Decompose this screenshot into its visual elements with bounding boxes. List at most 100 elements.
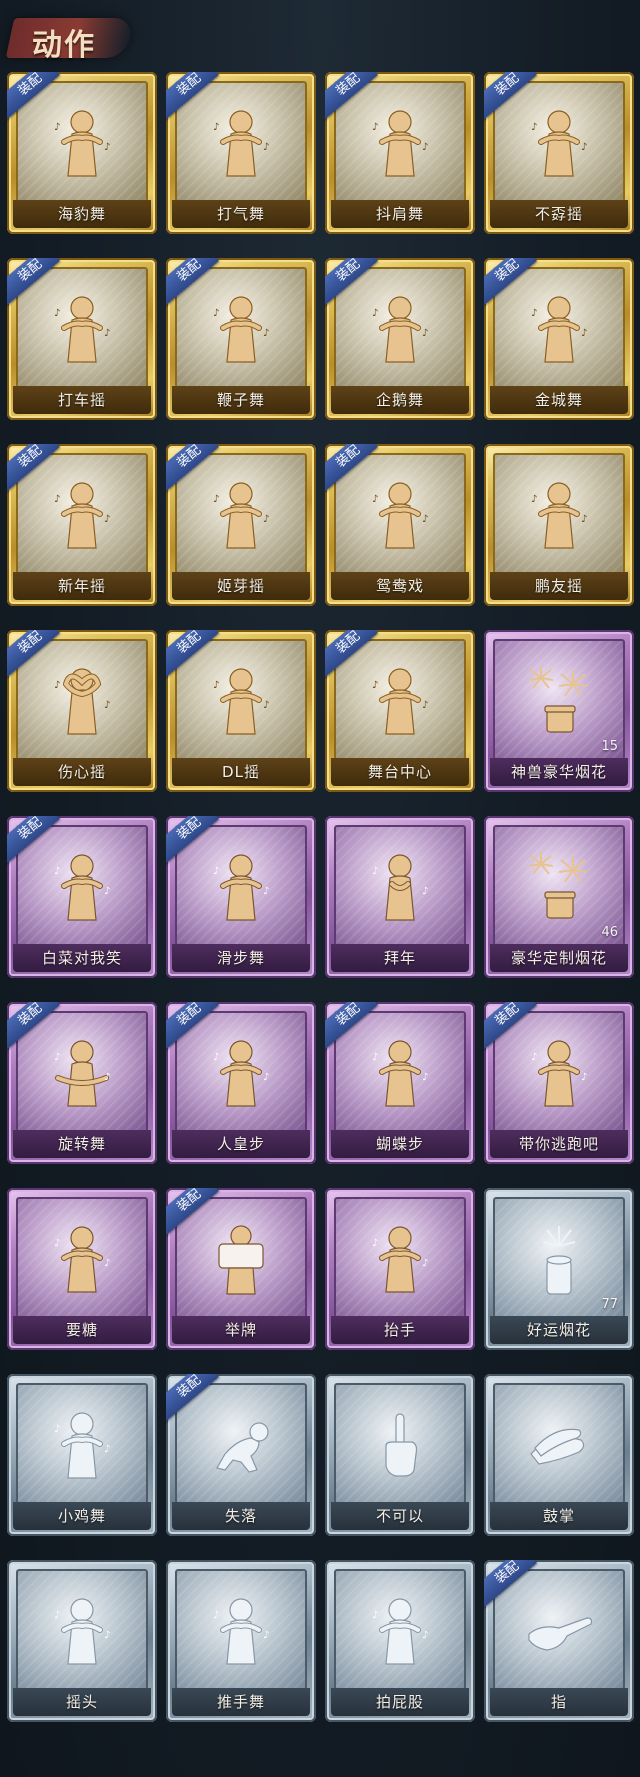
emote-card[interactable]: ♪ ♪ 白菜对我笑 装配	[7, 816, 157, 978]
emote-card[interactable]: ♪ ♪ 摇头	[7, 1560, 157, 1722]
svg-text:♪: ♪	[104, 328, 110, 339]
emote-name: 豪华定制烟花	[510, 949, 607, 967]
svg-text:♪: ♪	[263, 700, 269, 711]
emote-card[interactable]: ♪ ♪ 抖肩舞 装配	[325, 72, 475, 234]
dance-figure-icon: ♪ ♪	[362, 100, 438, 186]
emote-card[interactable]: ♪ ♪ 抬手	[325, 1188, 475, 1350]
emote-name: 旋转舞	[57, 1135, 106, 1153]
svg-text:♪: ♪	[422, 514, 428, 525]
svg-text:♪: ♪	[104, 1072, 110, 1083]
dance-figure-icon: ♪ ♪	[44, 844, 120, 930]
svg-text:♪: ♪	[372, 308, 378, 319]
svg-text:♪: ♪	[372, 1052, 378, 1063]
emote-card[interactable]: ♪ ♪ 打气舞 装配	[166, 72, 316, 234]
emote-name: 摇头	[65, 1693, 98, 1711]
svg-text:♪: ♪	[54, 1238, 60, 1249]
svg-text:♪: ♪	[213, 122, 219, 133]
emote-name: 新年摇	[57, 577, 106, 595]
svg-text:♪: ♪	[54, 122, 60, 133]
dance-figure-icon: ♪ ♪	[362, 472, 438, 558]
emote-card[interactable]: ♪ ♪ 拍屁股	[325, 1560, 475, 1722]
emote-name: 打气舞	[216, 205, 265, 223]
emote-card[interactable]: ♪ ♪ 鹏友摇	[484, 444, 634, 606]
emote-card[interactable]: ♪ ♪ 海豹舞 装配	[7, 72, 157, 234]
emote-card[interactable]: ♪ ♪ 不孬摇 装配	[484, 72, 634, 234]
emote-name: 人皇步	[216, 1135, 265, 1153]
emote-card[interactable]: ♪ ♪ 鸳鸯戏 装配	[325, 444, 475, 606]
emote-name: 带你逃跑吧	[518, 1135, 599, 1153]
emote-card[interactable]: ♪ ♪ 鞭子舞 装配	[166, 258, 316, 420]
emote-card[interactable]: 不可以	[325, 1374, 475, 1536]
svg-text:♪: ♪	[263, 328, 269, 339]
emote-card[interactable]: ♪ ♪ 推手舞	[166, 1560, 316, 1722]
dance-figure-icon: ♪ ♪	[203, 844, 279, 930]
emote-card[interactable]: ♪ ♪ 要糖	[7, 1188, 157, 1350]
svg-text:♪: ♪	[531, 308, 537, 319]
emote-card[interactable]: ♪ ♪ 带你逃跑吧 装配	[484, 1002, 634, 1164]
dance-figure-icon: ♪ ♪	[362, 286, 438, 372]
figure-icon: ♪ ♪	[44, 1588, 120, 1674]
emote-card[interactable]: ♪ ♪ 人皇步 装配	[166, 1002, 316, 1164]
emote-name: 推手舞	[216, 1693, 265, 1711]
emote-card[interactable]: ♪ ♪ 小鸡舞	[7, 1374, 157, 1536]
svg-text:♪: ♪	[104, 514, 110, 525]
emote-card[interactable]: ♪ ♪ 舞台中心 装配	[325, 630, 475, 792]
emote-card[interactable]: ♪ ♪ 旋转舞 装配	[7, 1002, 157, 1164]
svg-text:♪: ♪	[531, 1052, 537, 1063]
emote-name: 打车摇	[57, 391, 106, 409]
emote-name: 拜年	[383, 949, 416, 967]
emote-name: 指	[550, 1693, 567, 1711]
dance-figure-icon: ♪ ♪	[44, 100, 120, 186]
svg-text:♪: ♪	[372, 494, 378, 505]
figure-icon: ♪ ♪	[362, 1216, 438, 1302]
dance-figure-icon: ♪ ♪	[44, 286, 120, 372]
svg-text:♪: ♪	[54, 1052, 60, 1063]
dance-figure-icon: ♪ ♪	[203, 1030, 279, 1116]
svg-text:♪: ♪	[104, 886, 110, 897]
emote-name: 金城舞	[534, 391, 583, 409]
emote-name: 鹏友摇	[534, 577, 583, 595]
emote-name: 神兽豪华烟花	[510, 763, 607, 781]
emote-card[interactable]: 77 好运烟花	[484, 1188, 634, 1350]
emote-card[interactable]: ♪ ♪ 姬芽摇 装配	[166, 444, 316, 606]
emote-card[interactable]: 失落 装配	[166, 1374, 316, 1536]
emote-name: 鸳鸯戏	[375, 577, 424, 595]
emote-name: 失落	[224, 1507, 257, 1525]
emote-card[interactable]: ♪ ♪ 滑步舞 装配	[166, 816, 316, 978]
emote-card[interactable]: ♪ ♪ DL摇 装配	[166, 630, 316, 792]
emote-card[interactable]: ♪ ♪ 金城舞 装配	[484, 258, 634, 420]
figure-icon: ♪ ♪	[362, 1588, 438, 1674]
section-header: 动作	[5, 8, 150, 64]
emote-card[interactable]: ♪ ♪ 企鹅舞 装配	[325, 258, 475, 420]
dance-figure-icon: ♪ ♪	[203, 658, 279, 744]
emote-card[interactable]: ♪ ♪ 拜年	[325, 816, 475, 978]
emote-name: 白菜对我笑	[41, 949, 122, 967]
emote-name: 滑步舞	[216, 949, 265, 967]
heart-hands-figure-icon: ♪ ♪	[44, 658, 120, 744]
emote-card[interactable]: ♪ ♪ 打车摇 装配	[7, 258, 157, 420]
svg-text:♪: ♪	[372, 1238, 378, 1249]
emote-card[interactable]: 鼓掌	[484, 1374, 634, 1536]
svg-text:♪: ♪	[422, 1258, 428, 1269]
emote-card[interactable]: 举牌 装配	[166, 1188, 316, 1350]
svg-text:♪: ♪	[422, 1072, 428, 1083]
item-count: 46	[601, 925, 618, 940]
dance-figure-icon: ♪ ♪	[521, 1030, 597, 1116]
spin-figure-icon: ♪ ♪	[44, 1030, 120, 1116]
emote-card[interactable]: ♪ ♪ 新年摇 装配	[7, 444, 157, 606]
emote-name: 拍屁股	[375, 1693, 424, 1711]
dance-figure-icon: ♪ ♪	[362, 658, 438, 744]
bow-figure-icon: ♪ ♪	[362, 844, 438, 930]
emote-card[interactable]: ♪ ♪ 蝴蝶步 装配	[325, 1002, 475, 1164]
emote-card[interactable]: 46 豪华定制烟花	[484, 816, 634, 978]
emote-card[interactable]: 指装配	[484, 1560, 634, 1722]
svg-text:♪: ♪	[422, 1630, 428, 1641]
dance-figure-icon: ♪ ♪	[203, 472, 279, 558]
emote-card[interactable]: 15 神兽豪华烟花	[484, 630, 634, 792]
emote-name: 舞台中心	[367, 763, 432, 781]
svg-text:♪: ♪	[531, 122, 537, 133]
dance-figure-icon: ♪ ♪	[521, 472, 597, 558]
dance-figure-icon: ♪ ♪	[521, 286, 597, 372]
svg-text:♪: ♪	[54, 1424, 60, 1435]
emote-card[interactable]: ♪ ♪ 伤心摇 装配	[7, 630, 157, 792]
